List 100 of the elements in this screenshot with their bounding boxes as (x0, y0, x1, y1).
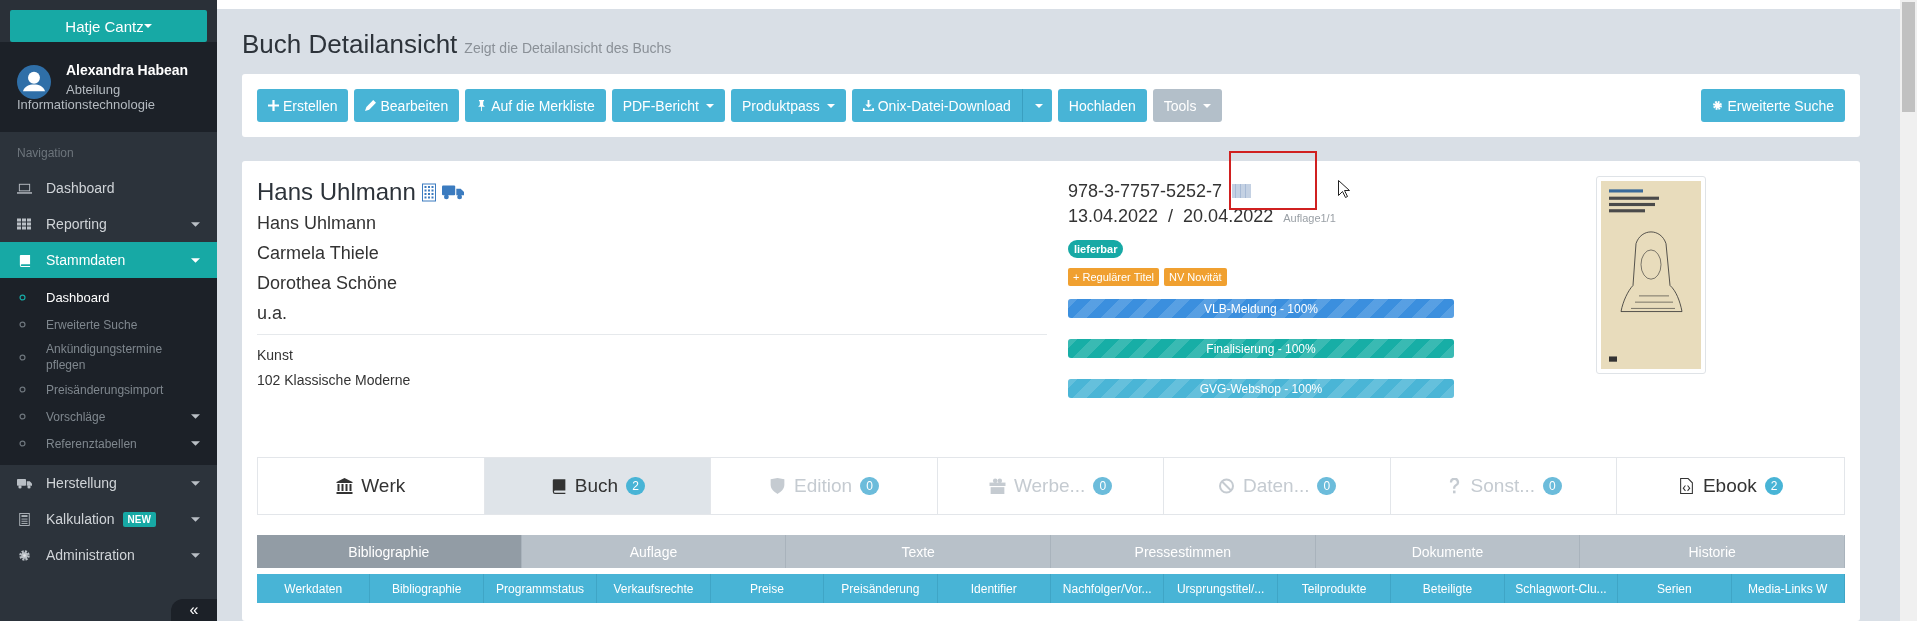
toolbar-button[interactable]: PDF-Bericht (611, 89, 725, 122)
nav-label: Dashboard (46, 180, 115, 196)
bullet-icon (19, 321, 26, 328)
count-badge: 0 (860, 477, 879, 495)
caret-icon (1203, 103, 1212, 108)
section-tab[interactable]: Werkdaten (257, 574, 371, 603)
barcode-icon (1232, 184, 1252, 198)
toolbar-button[interactable]: Auf die Merkliste (465, 89, 606, 122)
subtab[interactable]: Auflage (521, 535, 787, 568)
download-icon (862, 100, 874, 111)
submenu-item[interactable]: Ankündigungstermine pflegen (0, 338, 217, 376)
settings-icon (17, 548, 32, 562)
caret-icon (191, 257, 200, 263)
section-tab[interactable]: Media-Links W (1731, 574, 1845, 603)
tab[interactable]: Ebook 2 (1617, 458, 1844, 514)
tab-label: Werbe... (1013, 475, 1086, 497)
new-badge: NEW (122, 511, 156, 527)
calculator-icon (17, 512, 32, 526)
section-tab[interactable]: Beteiligte (1391, 574, 1505, 603)
section-tab[interactable]: Preisänderung (824, 574, 938, 603)
tag-label: + Regulärer Titel (1068, 268, 1159, 286)
toolbar-button[interactable]: Onix-Datei-Download (851, 89, 1022, 122)
collapse-button[interactable]: « (171, 599, 217, 621)
nav-label: Administration (46, 547, 135, 563)
subtab[interactable]: Pressestimmen (1051, 535, 1316, 568)
organization-dropdown[interactable]: Hatje Cantz (10, 10, 207, 42)
toolbar-button[interactable]: Erstellen (257, 89, 349, 122)
tab-label: Edition (794, 475, 853, 497)
caret-icon (191, 414, 200, 419)
submenu-item[interactable]: Erweiterte Suche (0, 311, 217, 338)
section-tab[interactable]: Nachfolger/Vor... (1051, 574, 1165, 603)
submenu-label: Preisänderungsimport (46, 381, 164, 398)
caret-icon (191, 480, 200, 486)
isbn-text: 978-3-7757-5252-7 (1068, 180, 1223, 202)
scroll-thumb[interactable] (1902, 2, 1915, 112)
bullet-icon (19, 386, 26, 393)
section-tab[interactable]: Identifier (937, 574, 1051, 603)
nav-item[interactable]: Reporting (0, 206, 217, 242)
submenu-item[interactable]: Preisänderungsimport (0, 376, 217, 403)
submenu-label: Erweiterte Suche (46, 316, 138, 333)
section-tab[interactable]: Programmstatus (483, 574, 598, 603)
user-department: Abteilung Informationstechnologie (17, 82, 157, 112)
contributor-name: Dorothea Schöne (257, 272, 399, 295)
caret-icon (191, 552, 200, 558)
edition-text: Auflage1/1 (1283, 212, 1336, 224)
nav-item[interactable]: Administration (0, 537, 217, 573)
subtab[interactable]: Texte (786, 535, 1051, 568)
contributor-name: Hans Uhlmann (257, 212, 378, 235)
caret-icon (826, 103, 835, 108)
code-file-icon (1677, 478, 1695, 494)
progress-label: VLB-Meldung - 100% (1203, 301, 1319, 316)
nav-label: Herstellung (46, 475, 117, 491)
toolbar-button[interactable]: Produktpass (730, 89, 846, 122)
count-badge: 2 (1764, 477, 1784, 495)
dropdown-toggle[interactable] (1021, 89, 1052, 122)
subtab[interactable]: Bibliographie (257, 535, 522, 568)
submenu-item[interactable]: Vorschläge (0, 403, 217, 430)
truck-icon (17, 476, 32, 490)
section-tab[interactable]: Preise (710, 574, 825, 603)
count-badge: 0 (1317, 477, 1337, 495)
progress-label: Finalisierung - 100% (1206, 341, 1316, 356)
ban-icon (1217, 478, 1235, 494)
toolbar-button[interactable]: Bearbeiten (354, 89, 460, 122)
scrollbar[interactable] (1900, 0, 1917, 621)
section-tab[interactable]: Ursprungstitel/... (1164, 574, 1278, 603)
settings-icon (1712, 100, 1724, 111)
subcategory-text: 102 Klassische Moderne (257, 371, 412, 390)
submenu-item[interactable]: Dashboard (0, 284, 217, 311)
nav-label: Reporting (46, 216, 107, 232)
subtab[interactable]: Dokumente (1315, 535, 1581, 568)
subtab[interactable]: Historie (1580, 535, 1845, 568)
plus-icon (268, 100, 279, 111)
grid-icon (17, 217, 32, 231)
caret-icon (705, 103, 714, 108)
count-badge: 2 (626, 477, 645, 495)
tab[interactable]: Werk (258, 458, 485, 514)
nav-item[interactable]: Kalkulation NEW (0, 501, 217, 537)
section-tab[interactable]: Serien (1618, 574, 1732, 603)
nav-item[interactable]: Stammdaten (0, 242, 217, 278)
nav-item[interactable]: Herstellung (0, 465, 217, 501)
nav-item[interactable]: Dashboard (0, 170, 217, 206)
submenu-item[interactable]: Referenztabellen (0, 430, 217, 457)
tab[interactable]: Buch 2 (484, 458, 712, 514)
submenu-label: Dashboard (46, 289, 110, 306)
count-badge: 0 (1093, 477, 1113, 495)
section-tab[interactable]: Schlagwort-Clu... (1504, 574, 1619, 603)
submenu-label: Referenztabellen (46, 435, 137, 452)
avatar-icon (17, 65, 51, 99)
bullet-icon (19, 294, 26, 301)
nav-label: Stammdaten (46, 252, 126, 268)
section-tab[interactable]: Verkaufsrechte (597, 574, 711, 603)
bullet-icon (19, 440, 26, 447)
advanced-search-button[interactable]: Erweiterte Suche (1701, 89, 1845, 122)
tab-label: Buch (574, 475, 619, 497)
section-tab[interactable]: Teilprodukte (1277, 574, 1392, 603)
shield-icon (769, 478, 786, 494)
toolbar-button[interactable]: Hochladen (1057, 89, 1147, 122)
tab-label: Sonst... (1470, 475, 1535, 497)
section-tab[interactable]: Bibliographie (370, 574, 484, 603)
tag-label: NV Novität (1164, 268, 1227, 286)
